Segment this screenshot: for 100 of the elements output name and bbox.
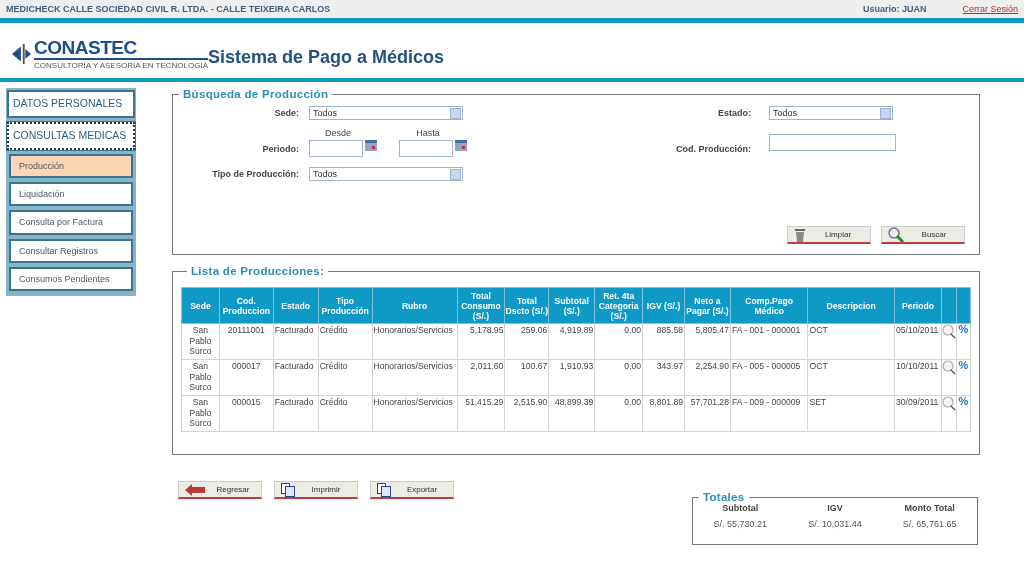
table-cell: 30/09/2011 (894, 395, 942, 432)
sidebar-item[interactable]: Consulta por Factura (9, 210, 133, 235)
column-header: Estado (273, 287, 319, 324)
table-cell: 2,011.60 (457, 359, 505, 396)
action-button[interactable]: Exportar (370, 481, 454, 499)
date-to-field[interactable] (399, 140, 453, 157)
column-header: Rubro (372, 287, 457, 324)
table-cell: 0.00 (594, 323, 643, 360)
table-cell: Facturado (273, 323, 319, 360)
page-title: Sistema de Pago a Médicos (208, 47, 445, 68)
table-cell: 0.00 (594, 395, 643, 432)
column-header: Ret. 4ta Categoria (S/.) (594, 287, 643, 324)
column-header: Periodo (894, 287, 942, 324)
column-header: IGV (S/.) (642, 287, 685, 324)
cod-produccion-field[interactable] (769, 134, 896, 151)
table-cell: FA - 005 - 000005 (730, 359, 808, 396)
column-header: Cod. Produccion (219, 287, 274, 324)
section-title: Búsqueda de Producción (182, 88, 330, 100)
table-cell: Honorarios/Servicios (372, 395, 457, 432)
search-button[interactable]: Buscar (881, 226, 965, 244)
table-cell: 51,415.29 (457, 395, 505, 432)
table-cell: Facturado (273, 395, 319, 432)
table-cell: 259.06 (504, 323, 549, 360)
section-title: Totales (702, 491, 746, 503)
sede-dropdown[interactable]: Todos (309, 106, 463, 120)
total-value: S/. 55,730.21 (713, 519, 768, 529)
total-label: IGV (827, 503, 843, 513)
field-label: Periodo: (261, 144, 299, 156)
total-label: Monto Total (904, 503, 955, 513)
view-icon[interactable] (942, 324, 956, 339)
sidebar-item[interactable]: Consumos Pendientes (9, 266, 133, 291)
table-cell: Crédito (318, 359, 373, 396)
table-cell: Honorarios/Servicios (372, 359, 457, 396)
section-title: Lista de Producciones: (190, 265, 326, 277)
table-cell: Honorarios/Servicios (372, 323, 457, 360)
table-cell: 000017 (219, 359, 274, 396)
table-cell: 48,899.39 (548, 395, 595, 432)
table-cell: San Pablo Surco (181, 395, 220, 432)
column-header: Total Dscto (S/.) (504, 287, 549, 324)
logout-link[interactable]: Cerrar Sesión (962, 4, 1018, 14)
table-cell: Crédito (318, 323, 373, 360)
table-cell: 100.67 (504, 359, 549, 396)
total-label: Subtotal (722, 503, 759, 513)
sidebar-item[interactable]: Liquidación (9, 182, 133, 207)
document-icon (377, 482, 391, 497)
table-cell: 0.00 (594, 359, 643, 396)
view-icon[interactable] (942, 396, 956, 411)
table-cell: 343.97 (642, 359, 685, 396)
table-cell: 2,515.90 (504, 395, 549, 432)
estado-dropdown[interactable]: Todos (769, 106, 893, 120)
clear-button[interactable]: Limpiar (787, 226, 871, 244)
table-cell: 5,805.47 (684, 323, 731, 360)
column-header: Tipo Producción (318, 287, 373, 324)
table-cell: Facturado (273, 359, 319, 396)
calendar-icon[interactable] (365, 140, 377, 151)
table-cell: 57,701.28 (684, 395, 731, 432)
table-cell: OCT (808, 323, 895, 360)
field-label: Desde (325, 128, 351, 138)
action-button[interactable]: Regresar (178, 481, 262, 499)
sidebar-item[interactable]: Producción (9, 153, 133, 179)
column-header: Comp.Pago Médico (730, 287, 808, 324)
column-header: Total Consumo (S/.) (457, 287, 505, 324)
field-label: Estado: (717, 108, 751, 118)
trash-icon (794, 227, 806, 242)
field-label: Sede: (273, 108, 299, 118)
document-icon (281, 482, 295, 497)
field-label: Cod. Producción: (675, 144, 751, 156)
back-arrow-icon (185, 483, 205, 496)
sidebar-section[interactable]: CONSULTAS MEDICAS (7, 121, 135, 150)
column-header: Neto a Pagar (S/.) (684, 287, 731, 324)
view-icon[interactable] (942, 360, 956, 375)
logo-name: CONASTEC (34, 37, 208, 60)
table-cell: 885.58 (642, 323, 685, 360)
table-cell: 10/10/2011 (894, 359, 942, 396)
table-cell: 05/10/2011 (894, 323, 942, 360)
table-cell: OCT (808, 359, 895, 396)
sidebar-item[interactable]: Consultar Registros (9, 238, 133, 263)
table-cell: San Pablo Surco (181, 323, 220, 360)
table-cell: FA - 001 - 000001 (730, 323, 808, 360)
table-cell: FA - 009 - 000009 (730, 395, 808, 432)
calendar-icon[interactable] (455, 140, 467, 151)
column-header: Subtotal (S/.) (548, 287, 595, 324)
table-cell: San Pablo Surco (181, 359, 220, 396)
table-cell: 8,801.89 (642, 395, 685, 432)
table-cell: Crédito (318, 395, 373, 432)
table-cell: 2,254.90 (684, 359, 731, 396)
total-value: S/. 10,031.44 (808, 519, 862, 529)
column-header: Sede (181, 287, 220, 324)
table-cell: 5,178.95 (457, 323, 505, 360)
search-icon (888, 226, 904, 243)
date-from-field[interactable] (309, 140, 363, 157)
user-label: Usuario: JUAN (862, 4, 927, 14)
company-name: MEDICHECK CALLE SOCIEDAD CIVIL R. LTDA. - CALLE TEIXEIRA CARLOS (6, 4, 332, 14)
table-cell: 20111001 (219, 323, 274, 360)
table-cell: 000015 (219, 395, 274, 432)
sidebar-section[interactable]: DATOS PERSONALES (7, 90, 135, 118)
tipo-dropdown[interactable]: Todos (309, 167, 463, 181)
field-label: Tipo de Producción: (211, 169, 299, 179)
table-cell: 1,910.93 (548, 359, 595, 396)
action-button[interactable]: Imprimir (274, 481, 358, 499)
